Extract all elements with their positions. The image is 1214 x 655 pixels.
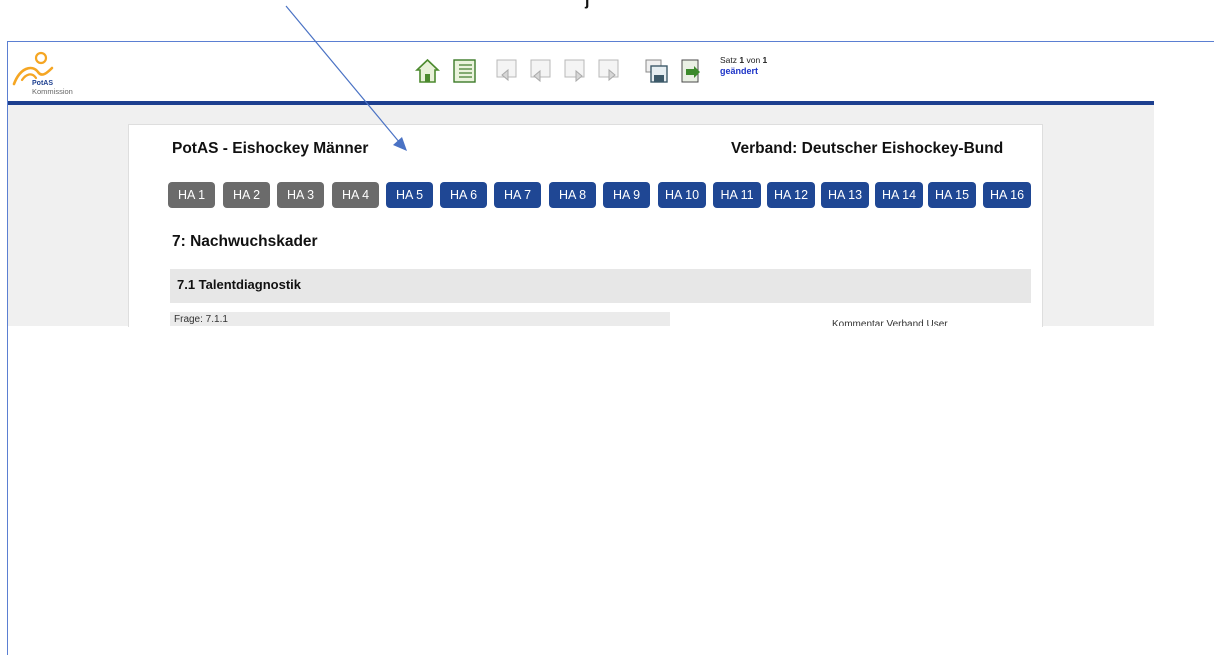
first-record-icon[interactable]	[494, 57, 519, 85]
ha-tab-15[interactable]: HA 15	[928, 182, 976, 208]
subsection-label: 7.1 Talentdiagnostik	[177, 277, 302, 292]
ha-tab-7[interactable]: HA 7	[494, 182, 541, 208]
ha-tab-12[interactable]: HA 12	[767, 182, 815, 208]
ha-tab-1[interactable]: HA 1	[168, 182, 215, 208]
ha-tab-4[interactable]: HA 4	[332, 182, 379, 208]
last-record-icon[interactable]	[596, 57, 621, 85]
question-label: Frage: 7.1.1	[174, 314, 228, 325]
logo-brand-text: PotAS	[32, 80, 53, 87]
home-icon[interactable]	[415, 57, 440, 85]
ha-tab-13[interactable]: HA 13	[821, 182, 869, 208]
cropped-caption-fragment: j	[585, 0, 590, 9]
ha-tab-2[interactable]: HA 2	[223, 182, 270, 208]
ha-tab-10[interactable]: HA 10	[658, 182, 706, 208]
record-prefix: Satz	[720, 55, 740, 65]
ha-tab-9[interactable]: HA 9	[603, 182, 650, 208]
comment-label: Kommentar Verband User	[832, 319, 948, 326]
list-icon[interactable]	[452, 57, 477, 85]
ha-tab-14[interactable]: HA 14	[875, 182, 923, 208]
federation-label: Verband: Deutscher Eishockey-Bund	[731, 140, 1004, 157]
record-indicator: Satz 1 von 1 geändert	[720, 55, 767, 77]
ha-tab-5[interactable]: HA 5	[386, 182, 433, 208]
logo-subtitle-text: Kommission	[32, 87, 73, 96]
export-icon[interactable]	[680, 57, 705, 85]
previous-record-icon[interactable]	[528, 57, 553, 85]
next-record-icon[interactable]	[562, 57, 587, 85]
ha-tab-11[interactable]: HA 11	[713, 182, 761, 208]
page-title: PotAS - Eishockey Männer	[172, 140, 369, 157]
ha-tab-8[interactable]: HA 8	[549, 182, 596, 208]
ha-tab-3[interactable]: HA 3	[277, 182, 324, 208]
ha-tab-16[interactable]: HA 16	[983, 182, 1031, 208]
record-von: von	[744, 55, 763, 65]
record-total: 1	[762, 55, 768, 65]
save-icon[interactable]	[644, 57, 669, 85]
section-heading: 7: Nachwuchskader	[172, 233, 318, 250]
question-header	[170, 312, 670, 326]
ha-tab-6[interactable]: HA 6	[440, 182, 487, 208]
record-status: geändert	[720, 66, 759, 76]
